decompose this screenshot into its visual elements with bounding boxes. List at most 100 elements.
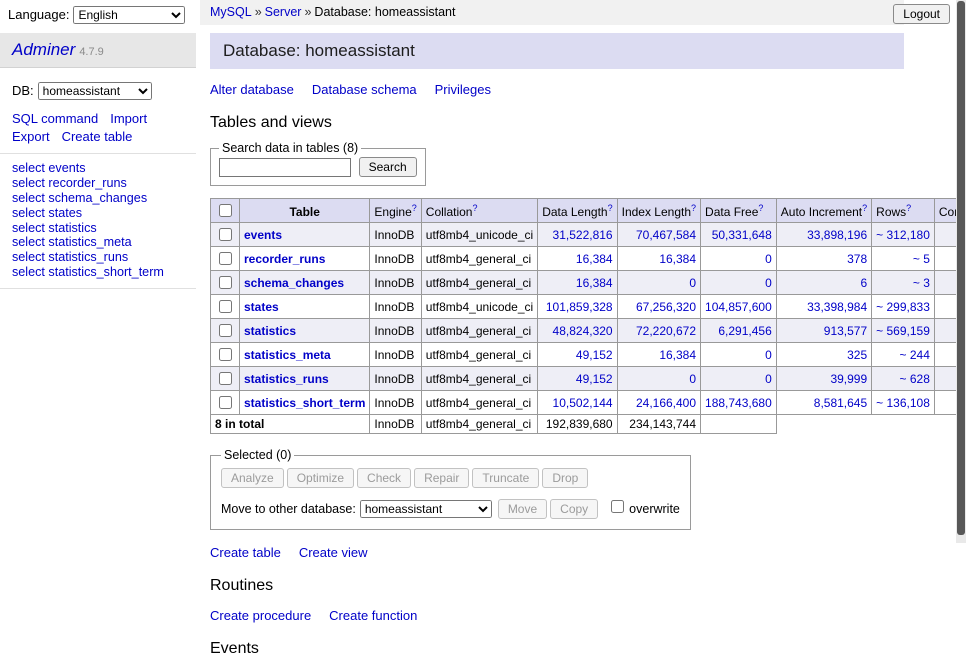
data-length-link[interactable]: 49,152 xyxy=(576,372,613,386)
index-length-link[interactable]: 16,384 xyxy=(659,252,696,266)
db-action-link[interactable]: Database schema xyxy=(312,82,417,97)
sidebar-table-link[interactable]: select statistics_runs xyxy=(12,250,184,265)
operation-button[interactable]: Repair xyxy=(414,468,469,488)
data-length-link[interactable]: 10,502,144 xyxy=(553,396,613,410)
db-action-link[interactable]: Privileges xyxy=(435,82,491,97)
operation-button[interactable]: Analyze xyxy=(221,468,284,488)
index-length-link[interactable]: 70,467,584 xyxy=(636,228,696,242)
rows-link[interactable]: ~ 136,108 xyxy=(876,396,930,410)
data-free-link[interactable]: 6,291,456 xyxy=(718,324,771,338)
index-length-link[interactable]: 0 xyxy=(689,372,696,386)
row-checkbox[interactable] xyxy=(219,324,232,337)
db-select[interactable]: homeassistant xyxy=(38,82,152,100)
doc-help-link[interactable]: ? xyxy=(862,203,867,213)
scrollbar-thumb[interactable] xyxy=(957,1,965,535)
table-link[interactable]: states xyxy=(244,300,279,314)
logout-button[interactable]: Logout xyxy=(893,4,950,24)
data-free-link[interactable]: 0 xyxy=(765,252,772,266)
sidebar-table-link[interactable]: select recorder_runs xyxy=(12,176,184,191)
sidebar-table-link[interactable]: select schema_changes xyxy=(12,191,184,206)
select-all-checkbox[interactable] xyxy=(219,204,232,217)
search-input[interactable] xyxy=(219,158,351,177)
index-length-link[interactable]: 16,384 xyxy=(659,348,696,362)
rows-link[interactable]: ~ 299,833 xyxy=(876,300,930,314)
operation-button[interactable]: Truncate xyxy=(472,468,539,488)
doc-help-link[interactable]: ? xyxy=(691,203,696,213)
data-free-link[interactable]: 50,331,648 xyxy=(712,228,772,242)
row-checkbox[interactable] xyxy=(219,228,232,241)
sidebar-table-link[interactable]: select statistics_meta xyxy=(12,235,184,250)
sidebar-link[interactable]: SQL command xyxy=(12,111,98,126)
data-length-link[interactable]: 101,859,328 xyxy=(546,300,613,314)
move-button[interactable]: Move xyxy=(498,499,547,519)
copy-button[interactable]: Copy xyxy=(550,499,598,519)
sidebar-table-link[interactable]: select statistics xyxy=(12,221,184,236)
rows-link[interactable]: ~ 5 xyxy=(913,252,930,266)
doc-help-link[interactable]: ? xyxy=(472,203,477,213)
scrollbar[interactable] xyxy=(956,0,966,543)
table-link[interactable]: events xyxy=(244,228,282,242)
auto-increment-link[interactable]: 33,398,984 xyxy=(807,300,867,314)
table-link[interactable]: statistics xyxy=(244,324,296,338)
rows-link[interactable]: ~ 3 xyxy=(913,276,930,290)
table-link[interactable]: schema_changes xyxy=(244,276,344,290)
data-length-link[interactable]: 31,522,816 xyxy=(553,228,613,242)
row-checkbox[interactable] xyxy=(219,276,232,289)
breadcrumb-mysql-link[interactable]: MySQL xyxy=(210,5,252,19)
table-link[interactable]: statistics_runs xyxy=(244,372,329,386)
index-length-link[interactable]: 24,166,400 xyxy=(636,396,696,410)
data-length-link[interactable]: 49,152 xyxy=(576,348,613,362)
table-link[interactable]: statistics_short_term xyxy=(244,396,365,410)
doc-help-link[interactable]: ? xyxy=(412,203,417,213)
row-checkbox[interactable] xyxy=(219,252,232,265)
index-length-link[interactable]: 67,256,320 xyxy=(636,300,696,314)
row-checkbox[interactable] xyxy=(219,396,232,409)
table-link[interactable]: recorder_runs xyxy=(244,252,325,266)
data-free-link[interactable]: 0 xyxy=(765,348,772,362)
create-link[interactable]: Create table xyxy=(210,545,281,560)
sidebar-table-link[interactable]: select events xyxy=(12,161,184,176)
operation-button[interactable]: Check xyxy=(357,468,411,488)
sidebar-link[interactable]: Export xyxy=(12,129,50,144)
create-link[interactable]: Create view xyxy=(299,545,368,560)
row-checkbox[interactable] xyxy=(219,348,232,361)
data-length-link[interactable]: 48,824,320 xyxy=(553,324,613,338)
auto-increment-link[interactable]: 378 xyxy=(847,252,867,266)
doc-help-link[interactable]: ? xyxy=(758,203,763,213)
data-length-link[interactable]: 16,384 xyxy=(576,276,613,290)
auto-increment-link[interactable]: 6 xyxy=(860,276,867,290)
doc-help-link[interactable]: ? xyxy=(608,203,613,213)
data-length-link[interactable]: 16,384 xyxy=(576,252,613,266)
move-db-select[interactable]: homeassistant xyxy=(360,500,492,518)
index-length-link[interactable]: 72,220,672 xyxy=(636,324,696,338)
auto-increment-link[interactable]: 39,999 xyxy=(830,372,867,386)
routine-link[interactable]: Create function xyxy=(329,608,417,623)
adminer-link[interactable]: Adminer xyxy=(12,40,75,59)
auto-increment-link[interactable]: 33,898,196 xyxy=(807,228,867,242)
sidebar-table-link[interactable]: select statistics_short_term xyxy=(12,265,184,280)
operation-button[interactable]: Drop xyxy=(542,468,588,488)
auto-increment-link[interactable]: 325 xyxy=(847,348,867,362)
rows-link[interactable]: ~ 569,159 xyxy=(876,324,930,338)
search-button[interactable]: Search xyxy=(359,157,417,177)
db-action-link[interactable]: Alter database xyxy=(210,82,294,97)
index-length-link[interactable]: 0 xyxy=(689,276,696,290)
rows-link[interactable]: ~ 244 xyxy=(900,348,930,362)
row-checkbox[interactable] xyxy=(219,300,232,313)
breadcrumb-server-link[interactable]: Server xyxy=(265,5,302,19)
doc-help-link[interactable]: ? xyxy=(906,203,911,213)
routine-link[interactable]: Create procedure xyxy=(210,608,311,623)
overwrite-checkbox[interactable] xyxy=(611,500,624,513)
data-free-link[interactable]: 188,743,680 xyxy=(705,396,772,410)
rows-link[interactable]: ~ 628 xyxy=(900,372,930,386)
auto-increment-link[interactable]: 913,577 xyxy=(824,324,867,338)
sidebar-link[interactable]: Import xyxy=(110,111,147,126)
data-free-link[interactable]: 0 xyxy=(765,276,772,290)
sidebar-link[interactable]: Create table xyxy=(62,129,133,144)
sidebar-table-link[interactable]: select states xyxy=(12,206,184,221)
row-checkbox[interactable] xyxy=(219,372,232,385)
operation-button[interactable]: Optimize xyxy=(287,468,354,488)
rows-link[interactable]: ~ 312,180 xyxy=(876,228,930,242)
data-free-link[interactable]: 104,857,600 xyxy=(705,300,772,314)
table-link[interactable]: statistics_meta xyxy=(244,348,331,362)
